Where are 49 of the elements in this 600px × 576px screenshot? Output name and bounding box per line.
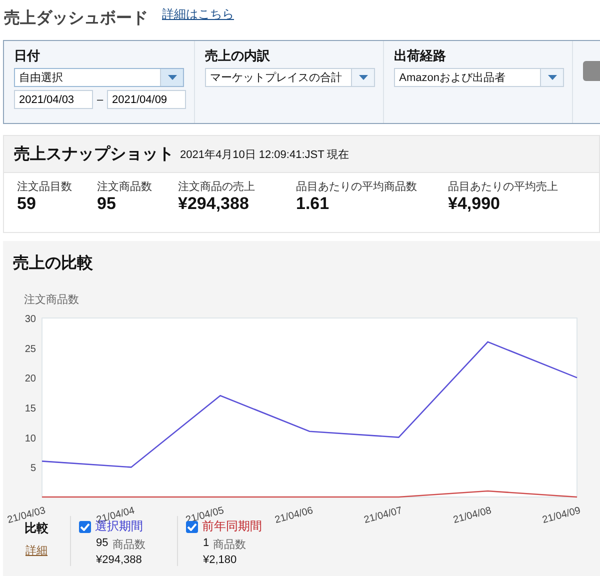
tick-label: 21/04/07 — [362, 505, 404, 526]
metric-value: ¥4,990 — [448, 194, 501, 214]
dropdown[interactable]: Amazonおよび出品者 — [394, 68, 564, 87]
checkbox[interactable] — [79, 520, 91, 532]
timestamp: 2021年4月10日 12:09:41:JST 現在 — [180, 148, 350, 162]
tick-label: 21/04/06 — [274, 505, 314, 526]
filter-label: 日付 — [14, 47, 41, 65]
compare-label: 比較 — [24, 521, 48, 537]
filter-label: 売上の内訳 — [205, 47, 271, 65]
section-title: 売上の比較 — [12, 254, 94, 274]
tick-label: 21/04/09 — [541, 505, 582, 526]
filter-label: 出荷経路 — [394, 47, 448, 65]
tick-label: 5 — [30, 463, 36, 474]
tick-label: 21/04/08 — [452, 505, 493, 526]
range-separator: – — [96, 94, 104, 106]
details-link[interactable]: 詳細はこちら — [162, 6, 234, 23]
metric-value: 95 — [97, 194, 117, 214]
dropdown[interactable]: 自由選択 — [14, 68, 184, 87]
tick-label: 20 — [24, 374, 36, 385]
tick-label: 30 — [24, 314, 36, 325]
sales-amount: ¥2,180 — [202, 554, 238, 566]
page-title: 売上ダッシュボード — [4, 8, 148, 29]
details-link[interactable]: 詳細 — [26, 543, 48, 558]
sales-amount: ¥294,388 — [95, 554, 143, 566]
caret-icon — [168, 75, 176, 80]
axis-title: 注文商品数 — [23, 292, 80, 307]
date-field[interactable]: 2021/04/03 — [14, 90, 93, 109]
metric-label: 注文品目数 — [17, 180, 73, 194]
section-title: 売上スナップショット — [14, 144, 174, 164]
metric-label: 注文商品数 — [97, 180, 153, 194]
item-count: 1 — [203, 537, 210, 551]
count-unit: 商品数 — [112, 538, 146, 552]
metric-value: 1.61 — [296, 194, 330, 214]
date-field[interactable]: 2021/04/09 — [107, 90, 186, 109]
metric-label: 品目あたりの平均売上 — [448, 180, 558, 194]
dropdown[interactable]: マーケットプレイスの合計 — [205, 68, 375, 87]
checkbox[interactable] — [186, 520, 198, 532]
metric-value: ¥294,388 — [178, 194, 250, 214]
caret-icon — [358, 75, 368, 80]
metric-label: 注文商品の売上 — [178, 180, 256, 194]
count-unit: 商品数 — [213, 538, 246, 552]
item-count: 95 — [96, 537, 108, 551]
metric-value: 59 — [17, 194, 37, 214]
tick-label: 15 — [24, 404, 36, 414]
caret-icon — [548, 75, 557, 80]
tick-label: 25 — [24, 344, 36, 355]
tick-label: 10 — [24, 433, 36, 444]
metric-label: 品目あたりの平均商品数 — [296, 180, 418, 194]
legend-label: 前年同期間 — [202, 519, 262, 535]
